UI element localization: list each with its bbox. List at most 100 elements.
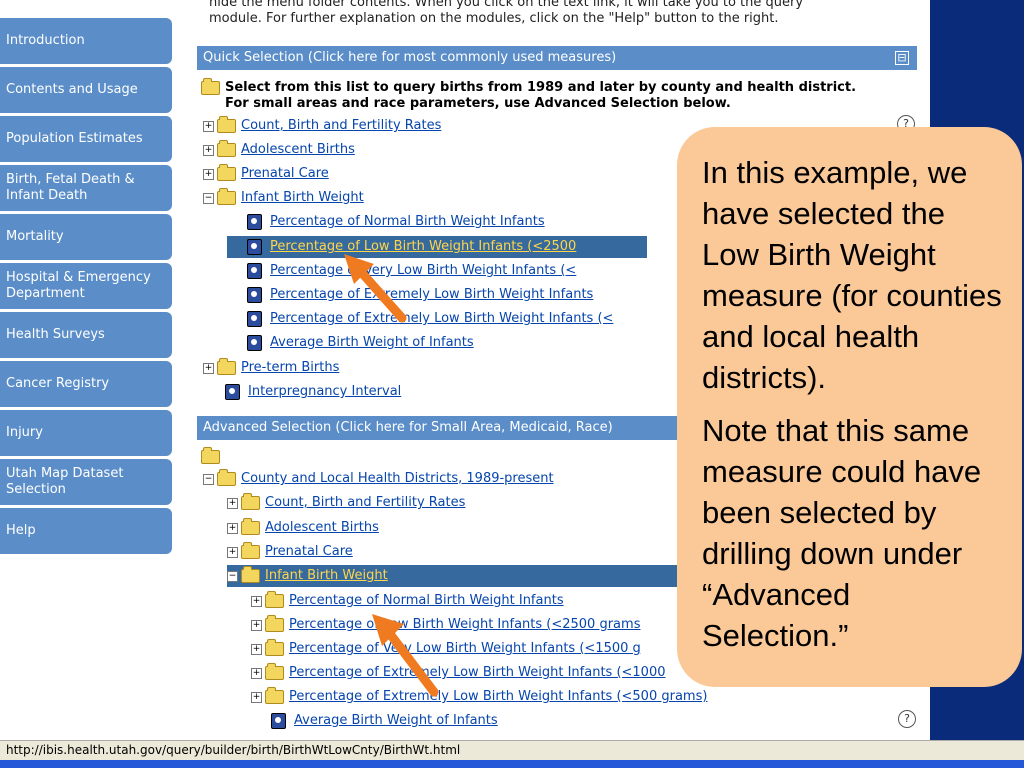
tree-link[interactable]: Percentage of Extremely Low Birth Weight… xyxy=(270,284,593,306)
tree-item-preterm[interactable]: + Pre-term Births xyxy=(203,357,339,379)
folder-icon xyxy=(265,663,284,680)
expand-icon[interactable]: + xyxy=(203,144,214,156)
collapse-icon[interactable]: ⊟ xyxy=(895,51,909,65)
expand-icon[interactable]: + xyxy=(203,120,214,132)
tree-link[interactable]: Percentage of Extremely Low Birth Weight… xyxy=(270,308,613,330)
expand-icon[interactable]: + xyxy=(227,522,238,534)
tree-link[interactable]: Percentage of Normal Birth Weight Infant… xyxy=(270,211,545,233)
expand-icon[interactable]: + xyxy=(251,619,262,631)
adv-item-low[interactable]: + Percentage of Low Birth Weight Infants … xyxy=(251,614,640,636)
intro-text-line: module. For further explanation on the m… xyxy=(209,11,779,26)
tree-link[interactable]: Interpregnancy Interval xyxy=(248,381,401,403)
tree-link[interactable]: Percentage of Extremely Low Birth Weight… xyxy=(289,686,707,708)
tree-link[interactable]: Percentage of Extremely Low Birth Weight… xyxy=(289,662,666,684)
tree-link[interactable]: Percentage of Low Birth Weight Infants (… xyxy=(270,236,576,258)
adv-item-adolescent[interactable]: + Adolescent Births xyxy=(227,517,379,539)
expand-icon[interactable]: + xyxy=(251,643,262,655)
open-folder-icon xyxy=(201,447,220,464)
sidebar-item-mortality[interactable]: Mortality xyxy=(0,214,172,260)
expand-icon[interactable]: + xyxy=(203,362,214,374)
tree-link[interactable]: Infant Birth Weight xyxy=(265,565,388,587)
tree-link[interactable]: Count, Birth and Fertility Rates xyxy=(241,115,441,137)
tree-link[interactable]: Average Birth Weight of Infants xyxy=(294,710,498,732)
tree-item-extremely-low-1[interactable]: Percentage of Extremely Low Birth Weight… xyxy=(247,284,593,306)
document-icon xyxy=(247,335,262,351)
sidebar-item-contents[interactable]: Contents and Usage xyxy=(0,67,172,113)
tree-item-average[interactable]: Average Birth Weight of Infants xyxy=(247,332,474,354)
adv-item-average[interactable]: Average Birth Weight of Infants xyxy=(271,710,498,732)
expand-icon[interactable]: + xyxy=(251,691,262,703)
adv-item-normal[interactable]: + Percentage of Normal Birth Weight Infan… xyxy=(251,590,564,612)
sidebar-item-birth[interactable]: Birth, Fetal Death & Infant Death xyxy=(0,165,172,211)
sidebar-item-introduction[interactable]: Introduction xyxy=(0,18,172,64)
tree-item-interpregnancy[interactable]: Interpregnancy Interval xyxy=(225,381,401,403)
tree-link[interactable]: Percentage of Low Birth Weight Infants (… xyxy=(289,614,640,636)
tree-item-normal[interactable]: Percentage of Normal Birth Weight Infant… xyxy=(247,211,545,233)
tree-item-prenatal[interactable]: + Prenatal Care xyxy=(203,163,329,185)
expand-icon[interactable]: + xyxy=(251,667,262,679)
adv-item-infant-weight[interactable]: − Infant Birth Weight xyxy=(227,565,727,587)
help-icon[interactable]: ? xyxy=(898,710,916,728)
tree-link[interactable]: Percentage of Very Low Birth Weight Infa… xyxy=(289,638,641,660)
sidebar-item-map[interactable]: Utah Map Dataset Selection xyxy=(0,459,172,505)
sidebar-item-cancer[interactable]: Cancer Registry xyxy=(0,361,172,407)
tree-item-infant-weight[interactable]: − Infant Birth Weight xyxy=(203,187,364,209)
tree-link[interactable]: Percentage of Normal Birth Weight Infant… xyxy=(289,590,564,612)
quick-selection-header[interactable]: Quick Selection (Click here for most com… xyxy=(197,46,917,70)
sidebar-item-label: Health Surveys xyxy=(6,327,105,342)
tree-link[interactable]: Adolescent Births xyxy=(265,517,379,539)
folder-icon xyxy=(265,591,284,608)
open-folder-icon xyxy=(217,469,236,486)
expand-icon[interactable]: + xyxy=(227,497,238,509)
tree-item-adolescent[interactable]: + Adolescent Births xyxy=(203,139,355,161)
advanced-selection-title: Advanced Selection (Click here for Small… xyxy=(203,420,613,435)
description-line-1: Select from this list to query births fr… xyxy=(225,80,857,95)
intro-text: hide the menu folder contents. When you … xyxy=(209,0,917,27)
tree-link[interactable]: Prenatal Care xyxy=(241,163,329,185)
adv-item-very-low[interactable]: + Percentage of Very Low Birth Weight Inf… xyxy=(251,638,641,660)
sidebar-item-help[interactable]: Help xyxy=(0,508,172,554)
expand-icon[interactable]: + xyxy=(203,168,214,180)
adv-item-extremely-low-2[interactable]: + Percentage of Extremely Low Birth Weigh… xyxy=(251,686,707,708)
folder-icon xyxy=(265,639,284,656)
collapse-node-icon[interactable]: − xyxy=(203,473,214,485)
tree-item-extremely-low-2[interactable]: Percentage of Extremely Low Birth Weight… xyxy=(247,308,613,330)
status-bar: http://ibis.health.utah.gov/query/builde… xyxy=(0,740,1024,760)
collapse-node-icon[interactable]: − xyxy=(227,570,238,582)
tree-link[interactable]: Average Birth Weight of Infants xyxy=(270,332,474,354)
document-icon xyxy=(247,287,262,303)
adv-item-prenatal[interactable]: + Prenatal Care xyxy=(227,541,353,563)
tree-item-count[interactable]: + Count, Birth and Fertility Rates xyxy=(203,115,441,137)
adv-item-extremely-low-1[interactable]: + Percentage of Extremely Low Birth Weigh… xyxy=(251,662,666,684)
adv-item-count[interactable]: + Count, Birth and Fertility Rates xyxy=(227,492,465,514)
tree-item-very-low[interactable]: Percentage of Very Low Birth Weight Infa… xyxy=(247,260,576,282)
tree-link[interactable]: Percentage of Very Low Birth Weight Infa… xyxy=(270,260,576,282)
document-icon xyxy=(247,214,262,230)
sidebar-item-population[interactable]: Population Estimates xyxy=(0,116,172,162)
open-folder-icon xyxy=(241,566,260,583)
folder-icon xyxy=(241,542,260,559)
document-icon xyxy=(247,263,262,279)
tree-item-low-selected[interactable]: Percentage of Low Birth Weight Infants (… xyxy=(227,236,647,258)
status-url: http://ibis.health.utah.gov/query/builde… xyxy=(6,743,461,757)
expand-icon[interactable]: + xyxy=(227,546,238,558)
tree-link[interactable]: Prenatal Care xyxy=(265,541,353,563)
tree-link[interactable]: Count, Birth and Fertility Rates xyxy=(265,492,465,514)
open-folder-icon xyxy=(217,188,236,205)
tree-item-county[interactable]: − County and Local Health Districts, 1989… xyxy=(203,468,554,490)
folder-icon xyxy=(265,687,284,704)
sidebar-item-injury[interactable]: Injury xyxy=(0,410,172,456)
sidebar-item-hospital[interactable]: Hospital & Emergency Department xyxy=(0,263,172,309)
browser-top-edge xyxy=(0,0,200,8)
tree-link[interactable]: Adolescent Births xyxy=(241,139,355,161)
sidebar-item-label: Cancer Registry xyxy=(6,376,110,391)
folder-icon xyxy=(217,116,236,133)
collapse-node-icon[interactable]: − xyxy=(203,192,214,204)
expand-icon[interactable]: + xyxy=(251,595,262,607)
folder-icon xyxy=(217,164,236,181)
tree-link[interactable]: County and Local Health Districts, 1989-… xyxy=(241,468,554,490)
sidebar-item-surveys[interactable]: Health Surveys xyxy=(0,312,172,358)
sidebar-item-label: Utah Map Dataset Selection xyxy=(6,466,124,497)
tree-link[interactable]: Pre-term Births xyxy=(241,357,339,379)
tree-link[interactable]: Infant Birth Weight xyxy=(241,187,364,209)
